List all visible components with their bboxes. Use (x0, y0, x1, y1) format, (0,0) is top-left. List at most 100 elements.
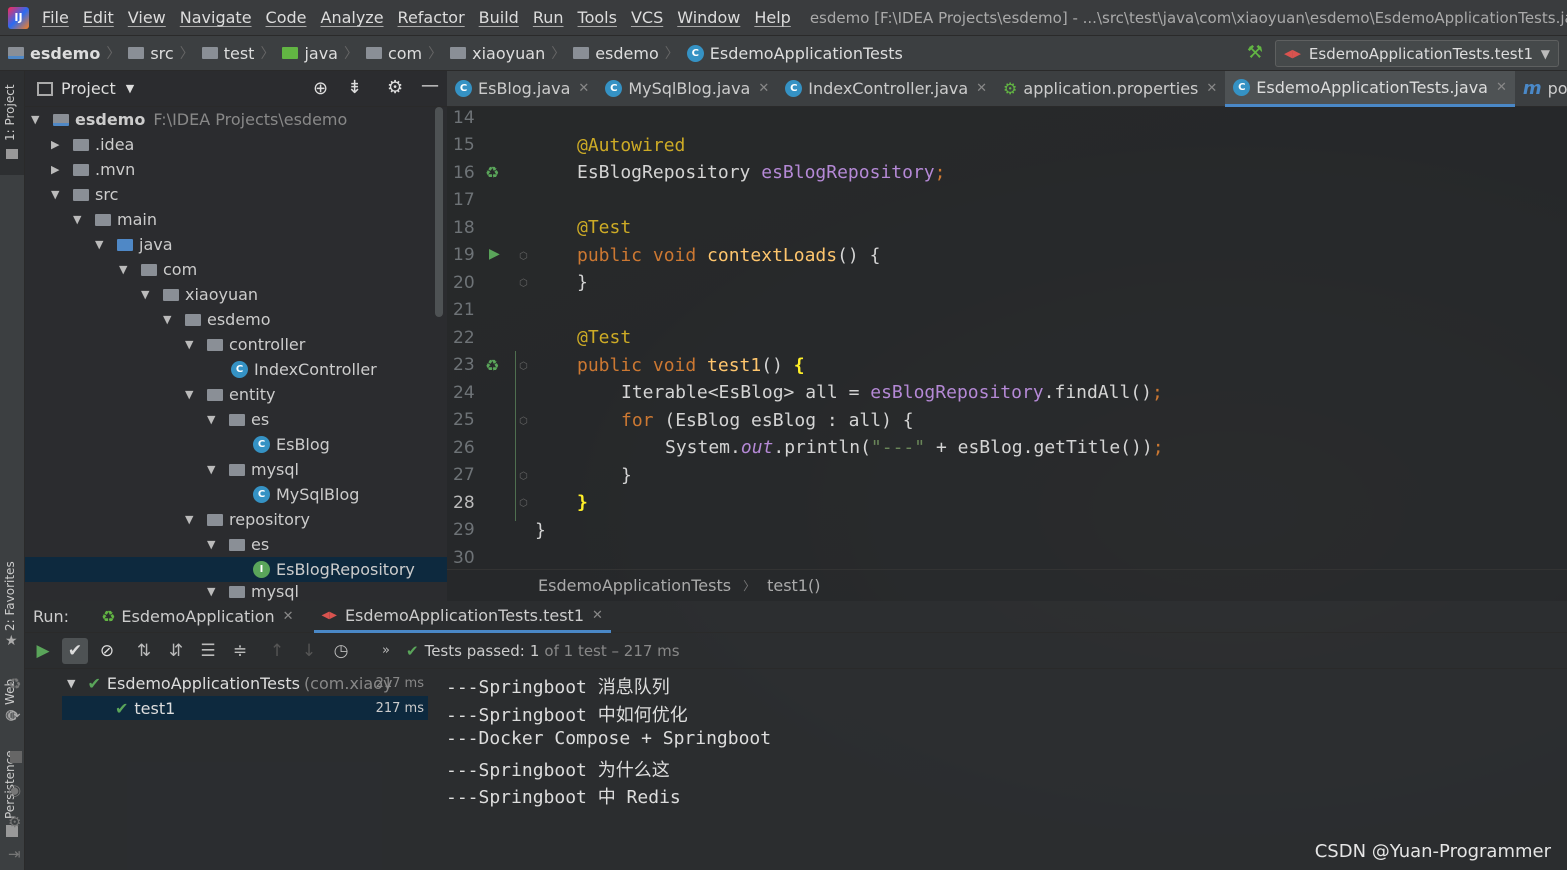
menu-run[interactable]: Run (526, 8, 571, 27)
menu-navigate[interactable]: Navigate (173, 8, 259, 27)
login-icon[interactable]: ⇥ (8, 845, 21, 863)
fold-icon[interactable]: ⬡ (519, 361, 528, 372)
tab-pom[interactable]: mpom.xml (1515, 71, 1567, 107)
menu-help[interactable]: Help (747, 8, 797, 27)
chevron-down-icon[interactable]: ▼ (126, 82, 134, 95)
close-icon[interactable]: ✕ (1206, 81, 1217, 96)
tree-item-esblog[interactable]: C EsBlog (253, 432, 330, 457)
tree-item-main[interactable]: ▼ main (73, 207, 157, 232)
project-view-select[interactable]: Project (61, 79, 116, 98)
menu-tools[interactable]: Tools (571, 8, 624, 27)
tab-esdemoapplicationtests[interactable]: C EsdemoApplicationTests.java ✕ (1225, 70, 1515, 107)
tab-application-properties[interactable]: ⚙ application.properties ✕ (995, 71, 1225, 107)
gear-icon[interactable]: ⚙ (387, 77, 403, 98)
close-icon[interactable]: ✕ (758, 81, 769, 96)
collapse-all-icon[interactable]: ≑ (227, 638, 253, 664)
stop-icon[interactable] (10, 751, 22, 763)
run-tab-test1[interactable]: ◀▶ EsdemoApplicationTests.test1 ✕ (313, 601, 611, 633)
menu-view[interactable]: View (121, 8, 173, 27)
show-ignored-icon[interactable]: ⊘ (94, 638, 120, 664)
breadcrumb-test[interactable]: test 〉 (201, 43, 274, 63)
tree-item-indexcontroller[interactable]: C IndexController (231, 357, 377, 382)
tree-root[interactable]: ▼ esdemo F:\IDEA Projects\esdemo (31, 107, 347, 132)
tree-item-java[interactable]: ▼ java (95, 232, 173, 257)
fold-icon[interactable]: ⬡ (519, 498, 528, 509)
console-output[interactable]: ---Springboot 消息队列 ---Springboot 中如何优化 -… (430, 669, 1567, 870)
menu-file[interactable]: File (35, 8, 76, 27)
run-tab-esdemoapplication[interactable]: ♻ EsdemoApplication ✕ (93, 601, 301, 633)
tree-item-idea[interactable]: ▶ .idea (51, 132, 134, 157)
tab-esblog[interactable]: C EsBlog.java ✕ (447, 71, 597, 107)
breadcrumb-src[interactable]: src 〉 (128, 43, 194, 63)
menu-analyze[interactable]: Analyze (314, 8, 391, 27)
settings-icon[interactable]: ⚙ (8, 813, 21, 831)
close-icon[interactable]: ✕ (283, 609, 294, 624)
tree-item-repository-es[interactable]: ▼ es (207, 532, 269, 557)
run-test-icon[interactable]: ▶ (489, 246, 500, 262)
fold-icon[interactable]: ⬡ (519, 278, 528, 289)
close-icon[interactable]: ✕ (578, 81, 589, 96)
project-view-icon (37, 82, 53, 96)
tab-indexcontroller[interactable]: C IndexController.java ✕ (777, 71, 995, 107)
test-suite-row[interactable]: ▼ ✔ EsdemoApplicationTests (com.xiaoy 21… (25, 671, 428, 696)
fold-icon[interactable]: ⬡ (519, 471, 528, 482)
breadcrumb-esdemo-package[interactable]: esdemo 〉 (573, 43, 679, 63)
menu-build[interactable]: Build (472, 8, 526, 27)
tree-item-repository-mysql[interactable]: ▼ mysql (207, 582, 299, 601)
menu-vcs[interactable]: VCS (624, 8, 670, 27)
tree-item-esblogrepository[interactable]: I EsBlogRepository (25, 557, 447, 582)
breadcrumb-xiaoyuan[interactable]: xiaoyuan 〉 (450, 43, 565, 63)
test-case-row[interactable]: ✔ test1 217 ms (62, 696, 428, 720)
breadcrumb-com[interactable]: com 〉 (365, 43, 442, 63)
tree-item-repository[interactable]: ▼ repository (185, 507, 310, 532)
sort-alpha-icon[interactable]: ⇅ (131, 638, 157, 664)
fold-icon[interactable]: ⬡ (519, 251, 528, 262)
more-icon[interactable]: » (373, 638, 399, 664)
close-icon[interactable]: ✕ (976, 81, 987, 96)
close-icon[interactable]: ✕ (592, 608, 603, 623)
tree-item-mvn[interactable]: ▶ .mvn (51, 157, 135, 182)
code-area[interactable]: @Autowired EsBlogRepository esBlogReposi… (535, 107, 1565, 569)
menu-refactor[interactable]: Refactor (391, 8, 472, 27)
locate-icon[interactable]: ⊕ (313, 78, 328, 99)
build-hammer-icon[interactable]: ⚒ (1247, 42, 1263, 63)
tree-item-mysqlblog[interactable]: C MySqlBlog (253, 482, 359, 507)
autowired-gutter-icon[interactable]: ♻ (485, 163, 499, 182)
tree-item-esdemo[interactable]: ▼ esdemo (163, 307, 271, 332)
tree-item-src[interactable]: ▼ src (51, 182, 118, 207)
spring-icon[interactable]: ♻ (8, 675, 21, 693)
breadcrumb-esdemo[interactable]: esdemo 〉 (8, 43, 120, 63)
hide-icon[interactable]: — (421, 75, 439, 96)
refresh-icon[interactable]: ⟳ (8, 707, 21, 725)
project-scrollbar[interactable] (435, 107, 443, 317)
menu-edit[interactable]: Edit (76, 8, 121, 27)
menu-code[interactable]: Code (259, 8, 314, 27)
run-configuration-select[interactable]: ◀▶ EsdemoApplicationTests.test1 ▼ (1275, 40, 1559, 67)
tree-item-entity-mysql[interactable]: ▼ mysql (207, 457, 299, 482)
fold-icon[interactable]: ⬡ (519, 416, 528, 427)
breadcrumb-java[interactable]: java 〉 (282, 43, 358, 63)
tree-item-xiaoyuan[interactable]: ▼ xiaoyuan (141, 282, 258, 307)
tree-item-entity[interactable]: ▼ entity (185, 382, 275, 407)
collapse-all-icon[interactable]: ⇟ (347, 77, 362, 98)
camera-icon[interactable]: ◉ (8, 781, 21, 799)
previous-failed-icon[interactable]: ↑ (264, 638, 290, 664)
favorites-tool-label[interactable]: 2: Favorites (3, 561, 17, 631)
tree-item-com[interactable]: ▼ com (119, 257, 197, 282)
breadcrumb-method[interactable]: test1() (767, 576, 820, 595)
menu-window[interactable]: Window (670, 8, 747, 27)
breadcrumb-class[interactable]: EsdemoApplicationTests (538, 576, 731, 595)
rerun-icon[interactable]: ▶ (30, 638, 56, 664)
sort-duration-icon[interactable]: ⇵ (163, 638, 189, 664)
tree-item-entity-es[interactable]: ▼ es (207, 407, 269, 432)
next-failed-icon[interactable]: ↓ (296, 638, 322, 664)
project-tool-label[interactable]: 1: Project (3, 84, 17, 141)
tab-mysqlblog[interactable]: C MySqlBlog.java ✕ (597, 71, 777, 107)
run-test-passed-icon[interactable]: ♻ (485, 356, 499, 375)
close-icon[interactable]: ✕ (1496, 80, 1507, 95)
expand-all-icon[interactable]: ☰ (195, 638, 221, 664)
show-passed-icon[interactable]: ✔ (62, 637, 88, 664)
breadcrumb-class[interactable]: C EsdemoApplicationTests (686, 44, 903, 63)
tree-item-controller[interactable]: ▼ controller (185, 332, 305, 357)
history-icon[interactable]: ◷ (328, 638, 354, 664)
